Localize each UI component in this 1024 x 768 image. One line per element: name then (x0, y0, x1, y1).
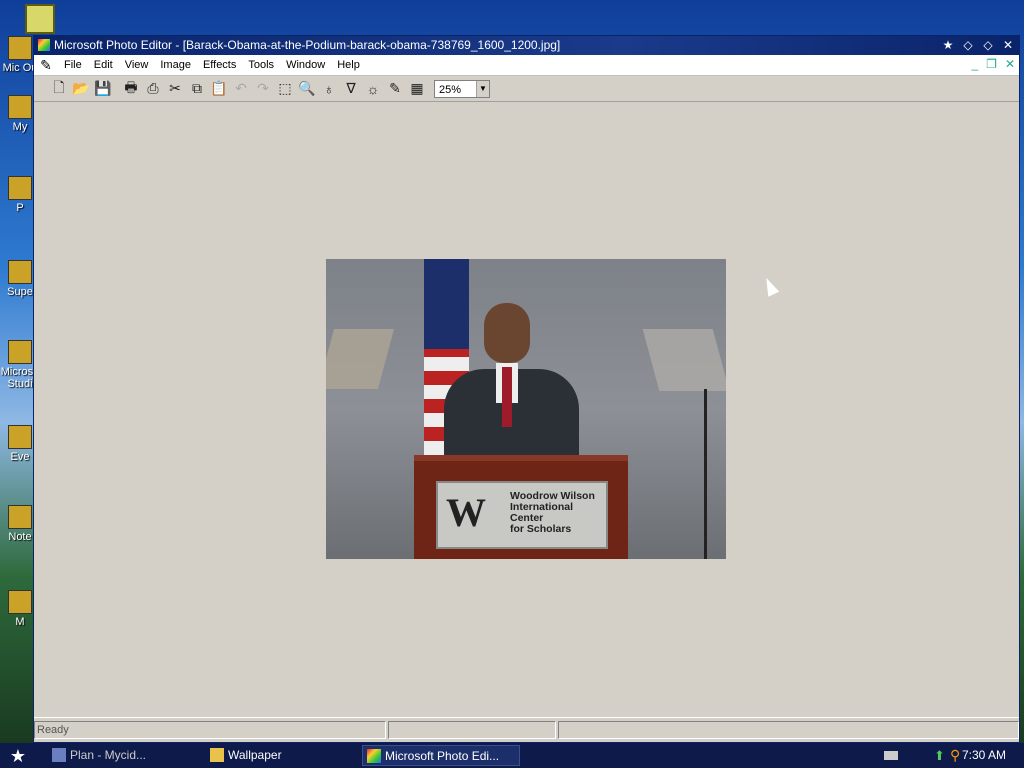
copy-icon[interactable]: ⧉ (186, 78, 208, 100)
star-icon[interactable]: ★ (941, 38, 955, 52)
menu-tools[interactable]: Tools (242, 59, 280, 71)
restore-icon[interactable]: ◇ (981, 38, 995, 52)
app-icon (8, 425, 32, 449)
app-icon (8, 260, 32, 284)
app-icon (8, 590, 32, 614)
desktop-icon-label: Note (8, 531, 32, 543)
status-bar: Ready (34, 717, 1019, 742)
taskbar-item-wallpaper[interactable]: Wallpaper (206, 745, 356, 766)
status-pane-2 (388, 721, 556, 739)
toolbar: 🗋 📂 💾 🖶 ⎙ ✂ ⧉ 📋 ↶ ↷ ⬚ 🔍 ♁ ∇ ☼ ✎ ▦ 25% ▼ (34, 76, 1019, 102)
menu-file[interactable]: File (58, 59, 88, 71)
select-icon[interactable]: ⬚ (274, 78, 296, 100)
app-icon (8, 36, 32, 60)
taskbar-item-label: Wallpaper (228, 748, 282, 762)
desktop-icon-label: P (16, 202, 24, 214)
transparency-icon[interactable]: ▦ (406, 78, 428, 100)
menu-view[interactable]: View (119, 59, 155, 71)
app-icon (8, 95, 32, 119)
zoom-value: 25% (439, 83, 462, 96)
smudge-icon[interactable]: ♁ (318, 78, 340, 100)
menu: File Edit View Image Effects Tools Windo… (58, 55, 366, 75)
new-icon[interactable]: 🗋 (48, 78, 70, 100)
desktop-icon-label: My (12, 121, 28, 133)
open-icon[interactable]: 📂 (70, 78, 92, 100)
taskbar-item-plan[interactable]: Plan - Mycid... (48, 745, 198, 766)
photo-editor-icon (367, 749, 381, 763)
plaque-text: Woodrow Wilson International Center for … (510, 491, 595, 535)
scan-icon[interactable]: ⎙ (142, 78, 164, 100)
title-bar-buttons: ★ ◇ ◇ ✕ (941, 38, 1015, 52)
document-window-buttons: _ ❐ ✕ (971, 57, 1015, 71)
photo-editor-icon (38, 39, 50, 51)
taskbar-item-label: Microsoft Photo Edi... (385, 749, 500, 763)
podium-plaque: W Woodrow Wilson International Center fo… (436, 481, 608, 549)
desktop-icon-label: Supe (7, 286, 33, 298)
taskbar-item-photo-editor[interactable]: Microsoft Photo Edi... (362, 745, 520, 766)
photo-editor-window: Microsoft Photo Editor - [Barack-Obama-a… (33, 35, 1020, 743)
network-icon[interactable]: ⬆ (934, 748, 945, 764)
system-tray: ⬆ ⚲ 7:30 AM (864, 743, 1024, 768)
menu-bar: ✎ File Edit View Image Effects Tools Win… (34, 55, 1019, 76)
zoom-select[interactable]: 25% ▼ (434, 79, 490, 98)
start-button[interactable]: ★ (6, 745, 30, 767)
teleprompter-right (642, 329, 726, 391)
window-title: Microsoft Photo Editor - [Barack-Obama-a… (54, 38, 561, 52)
app-icon (52, 748, 66, 762)
redo-icon[interactable]: ↷ (252, 78, 274, 100)
app-icon (8, 505, 32, 529)
title-bar[interactable]: Microsoft Photo Editor - [Barack-Obama-a… (34, 36, 1019, 55)
teleprompter-left (326, 329, 395, 389)
chevron-down-icon[interactable]: ▼ (476, 80, 489, 97)
menu-image[interactable]: Image (154, 59, 197, 71)
speaker-tie (502, 367, 512, 427)
plaque-logo: W (446, 490, 486, 535)
app-icon (8, 176, 32, 200)
close-icon[interactable]: ✕ (1001, 38, 1015, 52)
app-icon (8, 340, 32, 364)
cut-icon[interactable]: ✂ (164, 78, 186, 100)
sharpen-icon[interactable]: ∇ (340, 78, 362, 100)
paste-icon[interactable]: 📋 (208, 78, 230, 100)
menu-help[interactable]: Help (331, 59, 366, 71)
photo-image[interactable]: W Woodrow Wilson International Center fo… (326, 259, 726, 559)
desktop-icon-label: Eve (10, 451, 30, 463)
status-text: Ready (34, 721, 386, 739)
auto-balance-icon[interactable]: ☼ (362, 78, 384, 100)
status-pane-3 (558, 721, 1019, 739)
doc-close-icon[interactable]: ✕ (1005, 57, 1015, 71)
keyboard-icon[interactable] (884, 751, 898, 760)
pen-icon[interactable]: ✎ (384, 78, 406, 100)
folder-icon (210, 748, 224, 762)
document-icon[interactable]: ✎ (38, 57, 54, 73)
image-workspace[interactable]: W Woodrow Wilson International Center fo… (34, 103, 1019, 717)
desktop-icon-label: M (15, 616, 25, 628)
search-icon[interactable]: ⚲ (950, 747, 960, 764)
plaque-line: for Scholars (510, 523, 572, 535)
zoom-icon[interactable]: 🔍 (296, 78, 318, 100)
desktop-shortcut-icon[interactable] (25, 4, 55, 34)
teleprompter-stand (704, 389, 707, 559)
speaker-head (484, 303, 530, 363)
minimize-icon[interactable]: ◇ (961, 38, 975, 52)
print-icon[interactable]: 🖶 (120, 78, 142, 100)
menu-effects[interactable]: Effects (197, 59, 242, 71)
clock[interactable]: 7:30 AM (962, 743, 1006, 768)
taskbar: ★ Plan - Mycid... Wallpaper Microsoft Ph… (0, 743, 1024, 768)
taskbar-item-label: Plan - Mycid... (70, 748, 147, 762)
menu-window[interactable]: Window (280, 59, 331, 71)
save-icon[interactable]: 💾 (92, 78, 114, 100)
menu-edit[interactable]: Edit (88, 59, 119, 71)
doc-restore-icon[interactable]: ❐ (986, 57, 997, 71)
doc-minimize-icon[interactable]: _ (971, 57, 978, 71)
undo-icon[interactable]: ↶ (230, 78, 252, 100)
